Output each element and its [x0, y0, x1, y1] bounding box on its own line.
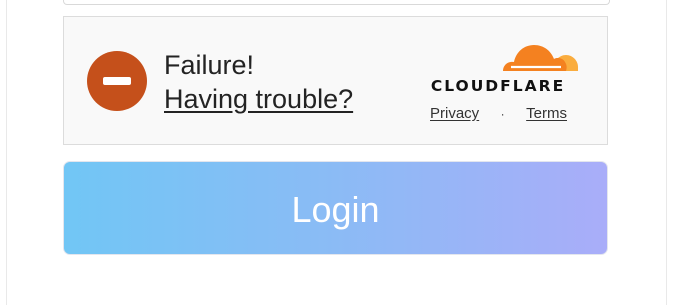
widget-footer-links: Privacy · Terms	[430, 105, 567, 122]
terms-link[interactable]: Terms	[526, 105, 567, 122]
previous-field-edge	[63, 0, 610, 5]
login-button[interactable]: Login	[63, 161, 608, 255]
cloudflare-wordmark: CLOUDFLARE	[430, 77, 566, 95]
status-text: Failure!	[164, 50, 255, 80]
page-edge-right	[666, 0, 667, 305]
failure-circle-icon	[87, 51, 147, 111]
captcha-widget: Failure! Having trouble? CLOUDFLARE Priv…	[63, 16, 608, 145]
cloudflare-brand: CLOUDFLARE	[419, 37, 579, 97]
minus-bar	[103, 77, 131, 85]
login-button-label: Login	[291, 189, 380, 230]
footer-separator: ·	[500, 106, 505, 121]
cloudflare-cloud-icon	[503, 45, 578, 71]
privacy-link[interactable]: Privacy	[430, 105, 479, 122]
page-edge-left	[6, 0, 7, 305]
having-trouble-link[interactable]: Having trouble?	[164, 83, 353, 115]
